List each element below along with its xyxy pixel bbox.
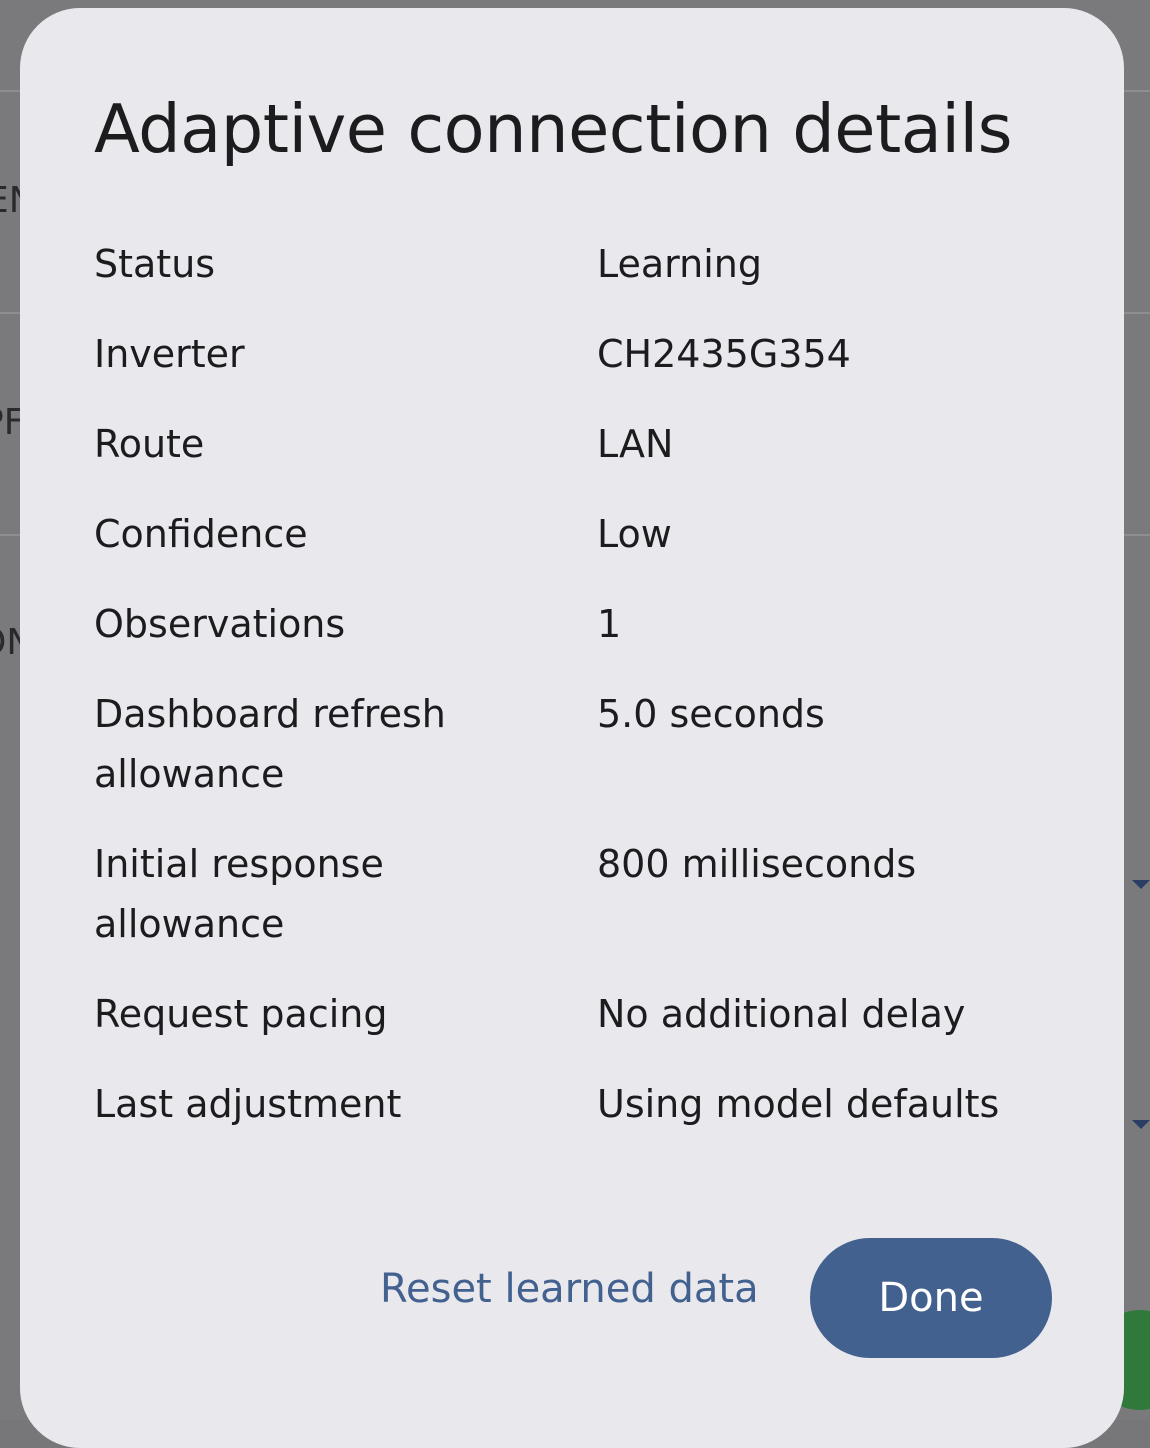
detail-label: Confidence xyxy=(94,512,308,556)
dialog-title: Adaptive connection details xyxy=(94,90,1013,168)
dropdown-arrow-icon xyxy=(1132,880,1150,889)
detail-value: 800 milliseconds xyxy=(597,842,917,886)
detail-label: Route xyxy=(94,422,205,466)
detail-value: 5.0 seconds xyxy=(597,692,825,736)
detail-label: Request pacing xyxy=(94,992,388,1036)
detail-value: Using model defaults xyxy=(597,1082,1000,1126)
detail-value: Learning xyxy=(597,242,762,286)
detail-label: Dashboard refresh allowance xyxy=(94,692,446,796)
detail-value: LAN xyxy=(597,422,674,466)
detail-label: Initial response allowance xyxy=(94,842,384,946)
reset-learned-data-button[interactable]: Reset learned data xyxy=(380,1266,759,1312)
detail-value: No additional delay xyxy=(597,992,966,1036)
done-button[interactable]: Done xyxy=(810,1238,1052,1358)
dropdown-arrow-icon xyxy=(1132,1120,1150,1129)
detail-value: CH2435G354 xyxy=(597,332,851,376)
detail-value: Low xyxy=(597,512,672,556)
detail-label: Inverter xyxy=(94,332,245,376)
dialog-actions: Reset learned data Done xyxy=(20,1238,1124,1358)
detail-label: Last adjustment xyxy=(94,1082,402,1126)
detail-label: Observations xyxy=(94,602,346,646)
detail-value: 1 xyxy=(597,602,622,646)
connection-details-dialog: Adaptive connection details Status Learn… xyxy=(20,8,1124,1448)
detail-label: Status xyxy=(94,242,216,286)
